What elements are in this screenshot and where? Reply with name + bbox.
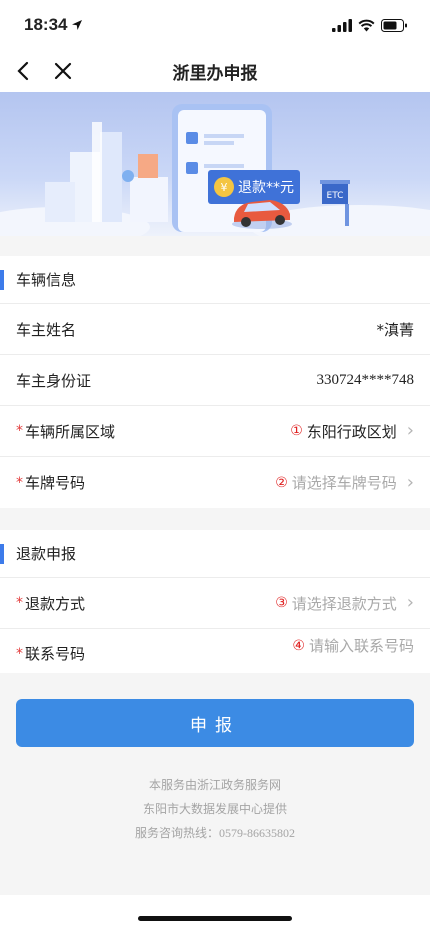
- step-badge-1: ①: [290, 423, 303, 439]
- svg-text:¥: ¥: [221, 181, 228, 194]
- required-mark: *: [16, 423, 23, 439]
- region-value: 东阳行政区划: [306, 422, 397, 441]
- plate-label-wrap: * 车牌号码: [16, 472, 85, 493]
- region-value-wrap: ① 东阳行政区划 ›: [290, 421, 414, 442]
- owner-id-label: 车主身份证: [16, 371, 92, 390]
- battery-icon: [381, 18, 407, 32]
- phone-input-row[interactable]: * 联系号码 ④ 请输入联系号码: [0, 629, 430, 673]
- owner-id-value: 330724****748: [316, 371, 415, 388]
- plate-value-wrap: ② 请选择车牌号码 ›: [275, 472, 414, 493]
- phone-label-wrap: * 联系号码: [16, 643, 85, 664]
- close-icon: [54, 62, 72, 80]
- status-time: 18:34: [24, 15, 83, 35]
- home-indicator[interactable]: [138, 916, 292, 921]
- home-area: [0, 895, 430, 931]
- submit-wrap: 申报: [0, 673, 430, 747]
- plate-placeholder: 请选择车牌号码: [291, 474, 397, 492]
- refund-tag-text: 退款**元: [238, 180, 294, 196]
- footer-line-1: 本服务由浙江政务服务网: [148, 778, 281, 792]
- plate-select-row[interactable]: * 车牌号码 ② 请选择车牌号码 ›: [0, 457, 430, 508]
- status-bar: 18:34: [0, 0, 430, 50]
- etc-sign-text: ETC: [327, 191, 344, 201]
- gap: [0, 508, 430, 530]
- required-mark: *: [16, 595, 23, 611]
- region-label-wrap: * 车辆所属区域: [16, 421, 115, 442]
- region-label: 车辆所属区域: [25, 422, 116, 441]
- back-button[interactable]: [8, 56, 38, 86]
- method-value-wrap: ③ 请选择退款方式 ›: [275, 593, 414, 614]
- required-mark: *: [16, 645, 23, 662]
- signal-icon: [332, 18, 352, 32]
- step-badge-3: ③: [275, 595, 288, 611]
- location-arrow-icon: [72, 20, 83, 30]
- phone-placeholder: 请输入联系号码: [308, 637, 414, 655]
- section-title-refund: 退款申报: [0, 530, 430, 578]
- owner-name-row: 车主姓名 *滇菁: [0, 304, 430, 355]
- footer-line-2: 东阳市大数据发展中心提供: [142, 802, 287, 816]
- step-badge-2: ②: [275, 474, 288, 491]
- chevron-left-icon: [17, 61, 29, 81]
- banner-art: ¥ 退款**元 ETC: [0, 104, 430, 236]
- method-placeholder: 请选择退款方式: [291, 594, 397, 613]
- phone-label: 联系号码: [25, 645, 86, 663]
- required-mark: *: [16, 474, 23, 491]
- step-badge-4: ④: [292, 637, 305, 654]
- gap: [0, 236, 430, 256]
- owner-name-label: 车主姓名: [16, 320, 77, 339]
- method-label-wrap: * 退款方式: [16, 593, 85, 614]
- chevron-right-icon: ›: [406, 471, 414, 493]
- refund-method-row[interactable]: * 退款方式 ③ 请选择退款方式 ›: [0, 578, 430, 629]
- wifi-icon: [358, 19, 375, 31]
- refund-section: 退款申报 * 退款方式 ③ 请选择退款方式 › * 联系号码 ④ 请输入联系号码: [0, 530, 430, 673]
- status-icons: [332, 18, 408, 32]
- owner-name-value: *滇菁: [376, 320, 414, 339]
- submit-button[interactable]: 申报: [16, 699, 414, 747]
- section-title-vehicle: 车辆信息: [0, 256, 430, 304]
- close-button[interactable]: [48, 56, 78, 86]
- vehicle-info-section: 车辆信息 车主姓名 *滇菁 车主身份证 330724****748 * 车辆所属…: [0, 256, 430, 508]
- plate-label: 车牌号码: [25, 474, 86, 492]
- owner-id-row: 车主身份证 330724****748: [0, 355, 430, 406]
- banner-illustration: ¥ 退款**元 ETC: [0, 92, 430, 236]
- footer: 本服务由浙江政务服务网 东阳市大数据发展中心提供 服务咨询热线：0579-866…: [0, 773, 430, 845]
- phone-field[interactable]: ④ 请输入联系号码: [292, 635, 414, 656]
- region-select-row[interactable]: * 车辆所属区域 ① 东阳行政区划 ›: [0, 406, 430, 457]
- nav-bar: 浙里办申报: [0, 50, 430, 92]
- time-text: 18:34: [24, 15, 68, 34]
- chevron-right-icon: ›: [406, 420, 414, 441]
- footer-hotline: 服务咨询热线：0579-86635802: [135, 826, 295, 840]
- chevron-right-icon: ›: [406, 592, 414, 613]
- method-label: 退款方式: [25, 594, 86, 613]
